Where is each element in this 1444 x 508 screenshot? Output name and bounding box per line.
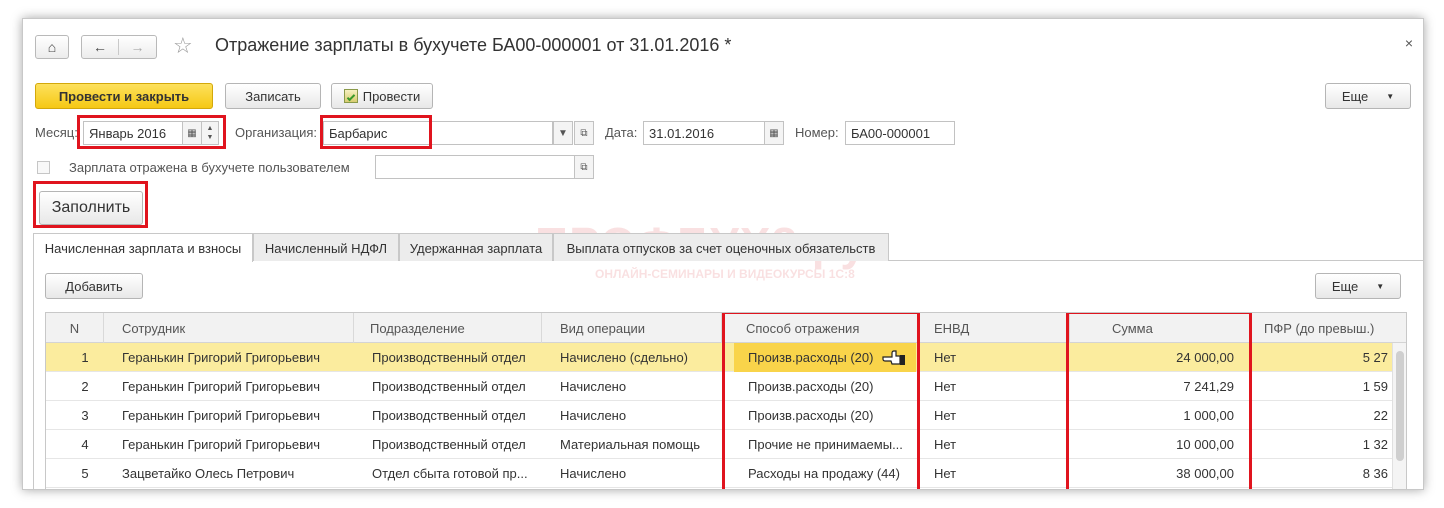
forward-arrow-icon[interactable]: → bbox=[119, 39, 156, 55]
tab-withheld-salary[interactable]: Удержанная зарплата bbox=[399, 233, 553, 261]
table-chevron-down-icon: ▼ bbox=[1376, 281, 1385, 291]
reflected-open-icon[interactable]: ⧉ bbox=[574, 155, 594, 179]
highlight-organization bbox=[320, 115, 432, 149]
cell-operation: Начислено bbox=[560, 379, 627, 394]
more-button[interactable]: Еще ▼ bbox=[1325, 83, 1411, 109]
favorite-star-icon[interactable]: ☆ bbox=[173, 33, 193, 59]
save-button[interactable]: Записать bbox=[225, 83, 321, 109]
date-field[interactable]: 31.01.2016 bbox=[643, 121, 765, 145]
home-button[interactable]: ⌂ bbox=[35, 35, 69, 59]
open-icon[interactable]: ⧉ bbox=[574, 121, 594, 145]
cell-n: 2 bbox=[81, 379, 89, 394]
cell-envd: Нет bbox=[934, 437, 957, 452]
scrollbar-thumb[interactable] bbox=[1396, 351, 1404, 461]
post-and-close-button[interactable]: Провести и закрыть bbox=[35, 83, 213, 109]
cell-department: Производственный отдел bbox=[372, 437, 526, 452]
document-window: ⌂ ← → ☆ Отражение зарплаты в бухучете БА… bbox=[22, 18, 1424, 490]
dropdown-icon[interactable]: ▼ bbox=[553, 121, 573, 145]
cell-n: 4 bbox=[81, 437, 89, 452]
header-pfr[interactable]: ПФР (до превыш.) bbox=[1250, 313, 1394, 343]
cell-operation: Начислено bbox=[560, 408, 627, 423]
highlight-method-column bbox=[722, 313, 920, 489]
reflected-checkbox[interactable] bbox=[37, 161, 50, 174]
chevron-down-icon: ▼ bbox=[1386, 91, 1395, 101]
cell-employee: Геранькин Григорий Григорьевич bbox=[122, 379, 321, 394]
cell-operation: Начислено bbox=[560, 466, 627, 481]
more-label: Еще bbox=[1341, 88, 1369, 104]
cell-department: Производственный отдел bbox=[372, 379, 526, 394]
cell-employee: Геранькин Григорий Григорьевич bbox=[122, 408, 321, 423]
highlight-fill bbox=[33, 181, 148, 228]
reflected-label: Зарплата отражена в бухучете пользовател… bbox=[69, 160, 350, 175]
header-n[interactable]: N bbox=[46, 313, 104, 343]
table-scrollbar[interactable] bbox=[1392, 343, 1406, 489]
home-icon: ⌂ bbox=[47, 39, 57, 55]
month-label: Месяц: bbox=[35, 125, 78, 140]
post-button-label: Провести bbox=[362, 88, 421, 104]
cell-n: 5 bbox=[81, 466, 89, 481]
cell-envd: Нет bbox=[934, 466, 957, 481]
header-employee[interactable]: Сотрудник bbox=[104, 313, 354, 343]
cell-department: Производственный отдел bbox=[372, 350, 526, 365]
date-calendar-icon[interactable]: ▦ bbox=[764, 121, 784, 145]
page-title: Отражение зарплаты в бухучете БА00-00000… bbox=[215, 35, 732, 55]
highlight-month bbox=[77, 115, 226, 149]
add-button[interactable]: Добавить bbox=[45, 273, 143, 299]
header-department[interactable]: Подразделение bbox=[354, 313, 542, 343]
close-icon[interactable]: × bbox=[1405, 35, 1413, 51]
header-envd[interactable]: ЕНВД bbox=[920, 313, 1070, 343]
cell-department: Отдел сбыта готовой пр... bbox=[372, 466, 528, 481]
cell-pfr: 5 27 bbox=[1362, 350, 1388, 365]
organization-label: Организация: bbox=[235, 125, 318, 140]
cell-department: Производственный отдел bbox=[372, 408, 526, 423]
reflected-user-field[interactable] bbox=[375, 155, 575, 179]
post-button[interactable]: Провести bbox=[331, 83, 433, 109]
cell-employee: Геранькин Григорий Григорьевич bbox=[122, 437, 321, 452]
number-label: Номер: bbox=[795, 125, 839, 140]
cell-envd: Нет bbox=[934, 379, 957, 394]
number-field[interactable]: БА00-000001 bbox=[845, 121, 955, 145]
cell-pfr: 8 36 bbox=[1362, 466, 1388, 481]
cell-operation: Материальная помощь bbox=[560, 437, 701, 452]
cell-employee: Геранькин Григорий Григорьевич bbox=[122, 350, 321, 365]
cell-pfr: 1 32 bbox=[1362, 437, 1388, 452]
cell-employee: Зацветайко Олесь Петрович bbox=[122, 466, 295, 481]
history-nav: ← → bbox=[81, 35, 157, 59]
cell-pfr: 22 bbox=[1373, 408, 1388, 423]
cell-n: 3 bbox=[81, 408, 89, 423]
table-more-button[interactable]: Еще ▼ bbox=[1315, 273, 1401, 299]
tab-accrued-salary[interactable]: Начисленная зарплата и взносы bbox=[33, 233, 253, 262]
cell-envd: Нет bbox=[934, 408, 957, 423]
cell-envd: Нет bbox=[934, 350, 957, 365]
highlight-sum-column bbox=[1066, 313, 1252, 489]
date-label: Дата: bbox=[605, 125, 638, 140]
cell-pfr: 1 59 bbox=[1362, 379, 1388, 394]
post-document-icon bbox=[343, 89, 358, 103]
back-arrow-icon[interactable]: ← bbox=[82, 39, 120, 55]
accruals-table: N Сотрудник Подразделение Вид операции С… bbox=[45, 312, 1407, 489]
header-operation[interactable]: Вид операции bbox=[542, 313, 722, 343]
cell-operation: Начислено (сдельно) bbox=[560, 350, 689, 365]
cell-n: 1 bbox=[81, 350, 89, 365]
table-more-label: Еще bbox=[1331, 278, 1359, 294]
tab-vacation-payments[interactable]: Выплата отпусков за счет оценочных обяза… bbox=[553, 233, 889, 261]
tab-accrued-ndfl[interactable]: Начисленный НДФЛ bbox=[253, 233, 399, 261]
